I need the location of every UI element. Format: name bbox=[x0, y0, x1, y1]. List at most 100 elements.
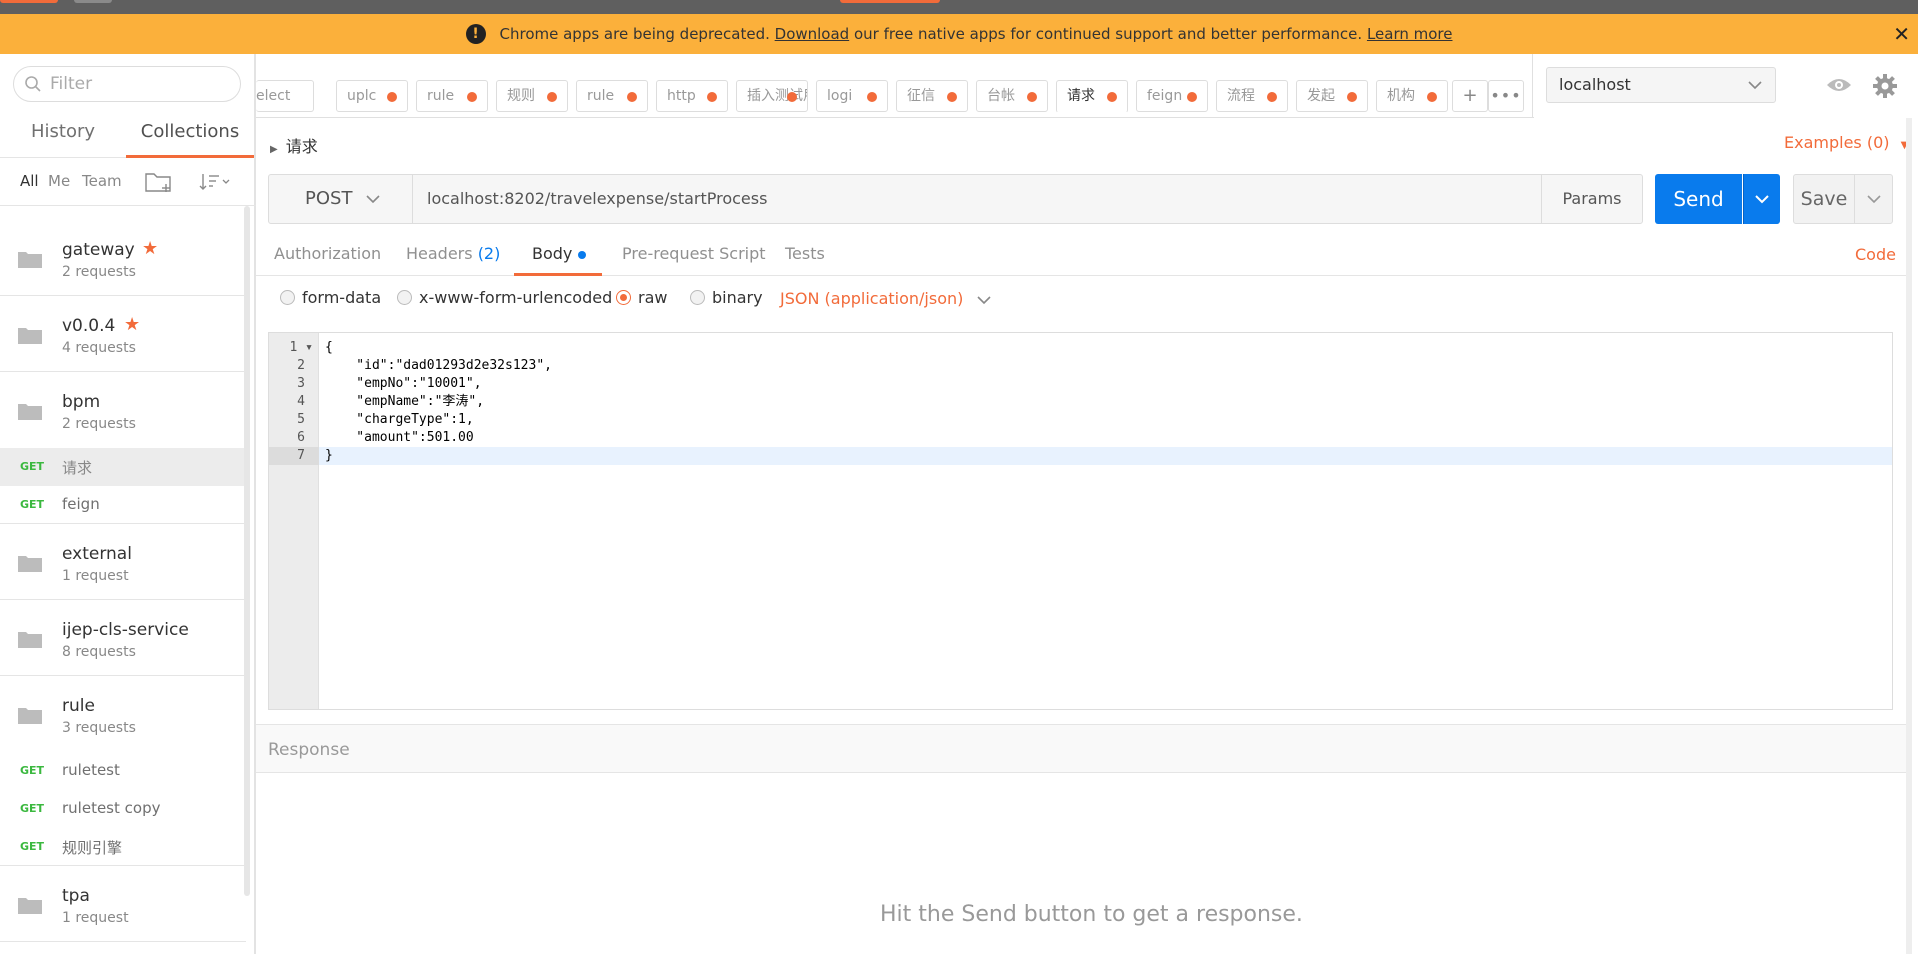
request-name: ruletest bbox=[62, 761, 120, 779]
request-item[interactable]: GET 规则引擎 bbox=[0, 828, 246, 866]
radio-binary[interactable] bbox=[690, 290, 705, 305]
learn-more-link[interactable]: Learn more bbox=[1367, 25, 1453, 43]
request-item[interactable]: GET ruletest copy bbox=[0, 790, 246, 828]
save-options-button[interactable] bbox=[1854, 174, 1893, 224]
collections-list: gateway ★ 2 requests v0.0.4 ★ 4 requests… bbox=[0, 220, 246, 942]
code-link[interactable]: Code bbox=[1855, 245, 1896, 264]
tab-collections[interactable]: Collections bbox=[126, 114, 254, 158]
tab-body[interactable]: Body bbox=[532, 244, 587, 263]
gear-icon[interactable] bbox=[1866, 67, 1904, 105]
request-tab[interactable]: 插入测试用 bbox=[736, 80, 808, 112]
method-value: POST bbox=[305, 188, 353, 209]
banner-text: Chrome apps are being deprecated. bbox=[499, 25, 770, 43]
request-tab[interactable]: 规则 bbox=[496, 80, 568, 112]
unsaved-dot bbox=[1187, 92, 1197, 102]
filter-me[interactable]: Me bbox=[48, 172, 70, 190]
request-tab[interactable]: 发起 bbox=[1296, 80, 1368, 112]
request-tab[interactable]: 请求 bbox=[1056, 80, 1128, 113]
request-item[interactable]: GET 请求 bbox=[0, 448, 246, 486]
sort-icon[interactable] bbox=[198, 172, 232, 192]
request-item[interactable]: GET feign bbox=[0, 486, 246, 524]
request-subtabs: Authorization Headers (2) Body Pre-reque… bbox=[256, 236, 1906, 276]
collection-bpm[interactable]: bpm 2 requests bbox=[0, 372, 246, 448]
request-tab[interactable]: 台帐 bbox=[976, 80, 1048, 112]
method-select[interactable]: POST bbox=[268, 174, 413, 224]
request-tab[interactable]: http bbox=[656, 80, 728, 112]
environment-select[interactable]: localhost bbox=[1546, 67, 1776, 103]
examples-dropdown[interactable]: Examples (0) ▼ bbox=[1784, 133, 1908, 152]
request-tab[interactable]: uplc bbox=[336, 80, 408, 112]
filter-all[interactable]: All bbox=[20, 172, 39, 190]
collection-external[interactable]: external 1 request bbox=[0, 524, 246, 600]
active-line-highlight bbox=[319, 447, 1892, 465]
params-button[interactable]: Params bbox=[1541, 174, 1643, 224]
close-icon[interactable]: ✕ bbox=[1893, 22, 1910, 46]
request-tab[interactable]: 机构 bbox=[1376, 80, 1448, 112]
tab-headers[interactable]: Headers (2) bbox=[406, 244, 500, 263]
request-tab[interactable]: 征信 bbox=[896, 80, 968, 112]
request-tab-label: 台帐 bbox=[987, 88, 1015, 104]
line-number: 4 bbox=[297, 394, 305, 409]
new-collection-icon[interactable] bbox=[144, 170, 174, 194]
unsaved-dot bbox=[627, 92, 637, 102]
method-badge: GET bbox=[20, 802, 45, 815]
request-tab[interactable]: logi bbox=[816, 80, 888, 112]
unsaved-dot bbox=[1427, 92, 1437, 102]
banner-text-middle: our free native apps for continued suppo… bbox=[853, 25, 1363, 43]
radio-urlencoded[interactable] bbox=[397, 290, 412, 305]
request-tab[interactable]: rule bbox=[416, 80, 488, 112]
warning-icon: ! bbox=[465, 24, 486, 44]
send-options-button[interactable] bbox=[1743, 174, 1780, 224]
code-line: "empNo":"10001", bbox=[325, 376, 482, 391]
binary-label: binary bbox=[712, 288, 763, 307]
request-item[interactable]: GET ruletest bbox=[0, 752, 246, 790]
tab-prerequest-script[interactable]: Pre-request Script bbox=[622, 244, 766, 263]
folder-icon bbox=[18, 632, 42, 648]
window-tab-stub bbox=[74, 0, 112, 3]
tab-authorization[interactable]: Authorization bbox=[274, 244, 381, 263]
collection-name: tpa bbox=[62, 886, 90, 906]
request-tab[interactable]: feign bbox=[1136, 80, 1208, 112]
collection-name: gateway bbox=[62, 240, 135, 260]
star-icon[interactable]: ★ bbox=[142, 238, 158, 259]
url-input[interactable]: localhost:8202/travelexpense/startProces… bbox=[412, 174, 1542, 224]
star-icon[interactable]: ★ bbox=[124, 314, 140, 335]
download-link[interactable]: Download bbox=[775, 25, 850, 43]
save-button[interactable]: Save bbox=[1793, 174, 1855, 224]
tab-tests[interactable]: Tests bbox=[785, 244, 825, 263]
eye-icon[interactable] bbox=[1821, 67, 1857, 103]
line-number: 5 bbox=[297, 412, 305, 427]
collection-rule[interactable]: rule 3 requests bbox=[0, 676, 246, 752]
request-tab[interactable]: rule bbox=[576, 80, 648, 112]
radio-form-data[interactable] bbox=[280, 290, 295, 305]
filter-input[interactable]: Filter bbox=[13, 66, 241, 102]
request-tab[interactable]: elect bbox=[256, 80, 314, 112]
collection-tpa[interactable]: tpa 1 request bbox=[0, 866, 246, 942]
tab-history[interactable]: History bbox=[22, 114, 104, 158]
send-button[interactable]: Send bbox=[1655, 174, 1742, 224]
body-editor[interactable]: 1 ▾ 2 3 4 5 6 7 { "id":"dad01293d2e32s123", "e… bbox=[268, 332, 1893, 710]
radio-raw[interactable] bbox=[616, 290, 631, 305]
collection-name: bpm bbox=[62, 392, 101, 412]
collection-ijep-cls-service[interactable]: ijep-cls-service 8 requests bbox=[0, 600, 246, 676]
filter-placeholder: Filter bbox=[50, 74, 93, 94]
request-title[interactable]: ▶ 请求 bbox=[270, 133, 318, 157]
folder-icon bbox=[18, 404, 42, 420]
unsaved-dot bbox=[787, 92, 797, 102]
filter-team[interactable]: Team bbox=[82, 172, 122, 190]
collection-v004[interactable]: v0.0.4 ★ 4 requests bbox=[0, 296, 246, 372]
sidebar-scrollbar[interactable] bbox=[244, 206, 250, 896]
request-tab[interactable]: 流程 bbox=[1216, 80, 1288, 112]
collection-gateway[interactable]: gateway ★ 2 requests bbox=[0, 220, 246, 296]
folder-icon bbox=[18, 898, 42, 914]
examples-label: Examples (0) bbox=[1784, 133, 1890, 152]
new-tab-button[interactable]: + bbox=[1452, 80, 1488, 112]
content-type-dropdown[interactable]: JSON (application/json) bbox=[780, 289, 992, 308]
environment-value: localhost bbox=[1559, 75, 1631, 94]
main-scrollbar[interactable] bbox=[1906, 118, 1912, 954]
unsaved-dot bbox=[867, 92, 877, 102]
active-window-indicator bbox=[840, 0, 940, 3]
collection-count: 3 requests bbox=[62, 720, 136, 736]
modified-dot bbox=[578, 250, 587, 259]
more-tabs-button[interactable]: ••• bbox=[1488, 80, 1524, 112]
